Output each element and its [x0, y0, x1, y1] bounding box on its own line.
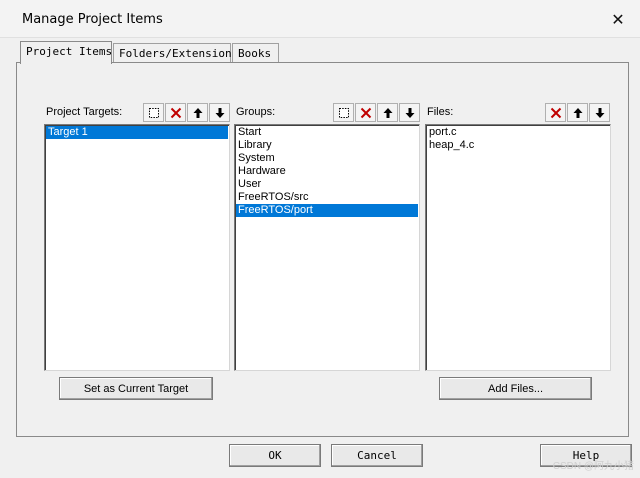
targets-toolbar — [142, 103, 230, 123]
list-item[interactable]: System — [236, 152, 418, 165]
files-down-button[interactable] — [589, 103, 610, 122]
move-down-icon — [405, 107, 414, 118]
tab-folders-extensions[interactable]: Folders/Extensions — [113, 43, 238, 63]
groups-label: Groups: — [236, 106, 276, 118]
new-item-icon — [338, 107, 349, 118]
groups-down-button[interactable] — [399, 103, 420, 122]
add-files-button[interactable]: Add Files... — [439, 377, 592, 400]
tab-panel: Project Targets: Target 1 Groups: Start … — [16, 62, 629, 437]
list-item[interactable]: FreeRTOS/port — [236, 204, 418, 217]
groups-new-button[interactable] — [333, 103, 354, 122]
files-list[interactable]: port.c heap_4.c — [425, 124, 611, 371]
targets-delete-button[interactable] — [165, 103, 186, 122]
delete-icon — [550, 107, 561, 118]
tab-project-items[interactable]: Project Items — [20, 41, 112, 64]
cancel-button[interactable]: Cancel — [331, 444, 423, 467]
targets-list[interactable]: Target 1 — [44, 124, 230, 371]
title-bar: Manage Project Items ✕ — [0, 0, 640, 38]
groups-delete-button[interactable] — [355, 103, 376, 122]
list-item[interactable]: User — [236, 178, 418, 191]
window-title: Manage Project Items — [22, 12, 163, 27]
groups-up-button[interactable] — [377, 103, 398, 122]
ok-button[interactable]: OK — [229, 444, 321, 467]
close-button[interactable]: ✕ — [606, 9, 630, 31]
move-down-icon — [215, 107, 224, 118]
targets-down-button[interactable] — [209, 103, 230, 122]
list-item[interactable]: Start — [236, 126, 418, 139]
files-label: Files: — [427, 106, 454, 118]
list-item[interactable]: Hardware — [236, 165, 418, 178]
new-item-icon — [148, 107, 159, 118]
watermark: CSDN @阿九小猪 — [552, 461, 634, 472]
delete-icon — [360, 107, 371, 118]
move-up-icon — [383, 107, 392, 118]
targets-group: Project Targets: Target 1 — [44, 103, 230, 371]
list-item[interactable]: Library — [236, 139, 418, 152]
files-toolbar — [544, 103, 610, 123]
move-up-icon — [573, 107, 582, 118]
list-item[interactable]: heap_4.c — [427, 139, 609, 152]
tab-books[interactable]: Books — [232, 43, 279, 63]
move-down-icon — [595, 107, 604, 118]
list-item[interactable]: Target 1 — [46, 126, 228, 139]
move-up-icon — [193, 107, 202, 118]
list-item[interactable]: FreeRTOS/src — [236, 191, 418, 204]
files-up-button[interactable] — [567, 103, 588, 122]
close-icon: ✕ — [611, 12, 625, 29]
groups-list[interactable]: Start Library System Hardware User FreeR… — [234, 124, 420, 371]
files-group: Files: port.c heap_4.c — [425, 103, 611, 371]
set-current-target-button[interactable]: Set as Current Target — [59, 377, 213, 400]
groups-group: Groups: Start Library System Hardware Us… — [234, 103, 420, 371]
files-delete-button[interactable] — [545, 103, 566, 122]
delete-icon — [170, 107, 181, 118]
targets-new-button[interactable] — [143, 103, 164, 122]
targets-up-button[interactable] — [187, 103, 208, 122]
list-item[interactable]: port.c — [427, 126, 609, 139]
targets-label: Project Targets: — [46, 106, 123, 118]
groups-toolbar — [332, 103, 420, 123]
